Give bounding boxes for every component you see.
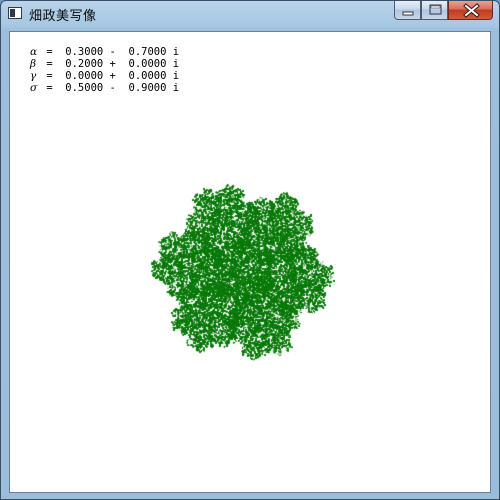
param-gamma: γ = 0.0000 + 0.0000 i xyxy=(30,70,180,82)
window-title: 畑政美写像 xyxy=(29,9,97,24)
app-window-icon[interactable] xyxy=(8,7,22,19)
param-beta: β = 0.2000 + 0.0000 i xyxy=(30,58,180,70)
close-icon xyxy=(463,3,480,18)
maximize-button[interactable] xyxy=(421,1,448,20)
drawing-area[interactable]: α = 0.3000 - 0.7000 i β = 0.2000 + 0.000… xyxy=(9,31,491,493)
window-controls xyxy=(394,1,493,21)
minimize-button[interactable] xyxy=(394,1,421,20)
parameter-list: α = 0.3000 - 0.7000 i β = 0.2000 + 0.000… xyxy=(30,46,179,94)
maximize-icon xyxy=(429,4,442,15)
fractal-plot xyxy=(10,32,490,492)
close-button[interactable] xyxy=(448,1,493,20)
param-alpha: α = 0.3000 - 0.7000 i xyxy=(30,46,180,58)
param-sigma: σ = 0.5000 - 0.9000 i xyxy=(30,82,180,94)
minimize-icon xyxy=(402,11,414,16)
title-bar[interactable]: 畑政美写像 xyxy=(1,1,499,27)
app-window: 畑政美写像 α = 0.3000 - 0.7000 i β = 0.2000 +… xyxy=(0,0,500,500)
